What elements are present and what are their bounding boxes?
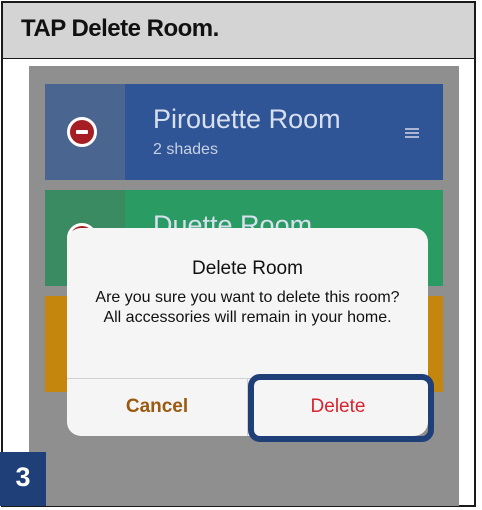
reorder-icon[interactable] — [405, 128, 419, 138]
room-card-pirouette[interactable]: Pirouette Room 2 shades — [45, 84, 443, 180]
remove-room-icon[interactable] — [67, 117, 97, 147]
dialog-message: Are you sure you want to delete this roo… — [95, 289, 400, 326]
cancel-button[interactable]: Cancel — [67, 378, 247, 436]
room-subtitle: 2 shades — [153, 141, 218, 158]
dialog-title: Delete Room — [192, 258, 303, 279]
step-badge: 3 — [0, 452, 46, 506]
instruction-text: TAP Delete Room. — [21, 15, 219, 42]
step-number: 3 — [15, 462, 31, 492]
instruction-bar: TAP Delete Room. — [3, 3, 474, 59]
delete-highlight-box — [248, 374, 434, 442]
room-name: Pirouette Room — [153, 104, 341, 134]
